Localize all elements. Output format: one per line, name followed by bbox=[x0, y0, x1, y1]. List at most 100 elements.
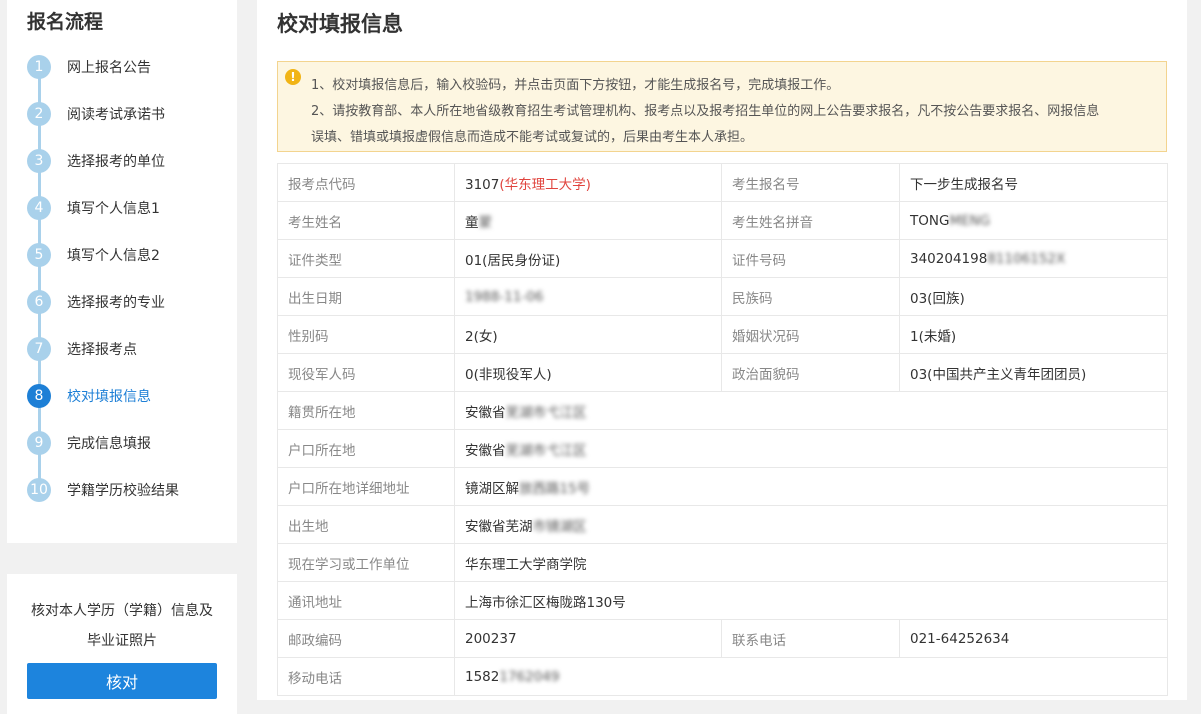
hukou-label: 户口所在地 bbox=[277, 429, 455, 468]
step-item-2: 2 阅读考试承诺书 bbox=[27, 102, 165, 126]
step-label: 填写个人信息2 bbox=[67, 248, 160, 264]
step-label: 网上报名公告 bbox=[67, 60, 151, 76]
exam-site-code: 3107 bbox=[465, 176, 500, 193]
info-table: 报考点代码 3107(华东理工大学) 考生报名号 下一步生成报名号 考生姓名 童… bbox=[277, 163, 1168, 696]
step-item-10: 10 学籍学历校验结果 bbox=[27, 478, 179, 502]
step-item-4: 4 填写个人信息1 bbox=[27, 196, 160, 220]
table-row: 证件类型 01(居民身份证) 证件号码 34020419881106152X bbox=[277, 239, 1168, 278]
step-number: 1 bbox=[27, 55, 51, 79]
steps-panel: 报名流程 1 网上报名公告 2 阅读考试承诺书 3 选择报考的单位 4 填写个人信息1 5 填写个… bbox=[7, 0, 237, 543]
ethnic-value: 03(回族) bbox=[899, 277, 1168, 316]
mobile-redacted: 1762049 bbox=[499, 668, 560, 685]
notice-line-2: 2、请按教育部、本人所在地省级教育招生考试管理机构、报考点以及报考招生单位的网上… bbox=[311, 104, 1100, 119]
native-value: 安徽省芜湖市弋江区 bbox=[454, 391, 1168, 430]
hukou-detail-redacted: 放西路15号 bbox=[519, 480, 591, 497]
pinyin-label: 考生姓名拼音 bbox=[721, 201, 900, 240]
exam-site-code-label: 报考点代码 bbox=[277, 163, 455, 202]
table-row: 户口所在地 安徽省芜湖市弋江区 bbox=[277, 429, 1168, 468]
name-value: 童蒙 bbox=[454, 201, 722, 240]
hukou-detail-label: 户口所在地详细地址 bbox=[277, 467, 455, 506]
verify-button[interactable]: 核对 bbox=[27, 663, 217, 699]
hukou-detail-visible: 镜湖区解 bbox=[465, 480, 519, 497]
page-title: 校对填报信息 bbox=[277, 12, 403, 36]
step-label: 填写个人信息1 bbox=[67, 201, 160, 217]
step-label: 选择报考的单位 bbox=[67, 154, 165, 170]
birthplace-value: 安徽省芜湖市镜湖区 bbox=[454, 505, 1168, 544]
table-row: 移动电话 15821762049 bbox=[277, 657, 1168, 696]
table-row: 户口所在地详细地址 镜湖区解放西路15号 bbox=[277, 467, 1168, 506]
pinyin-redacted: MENG bbox=[949, 212, 991, 229]
hukou-detail-value: 镜湖区解放西路15号 bbox=[454, 467, 1168, 506]
step-item-1: 1 网上报名公告 bbox=[27, 55, 151, 79]
table-row: 现役军人码 0(非现役军人) 政治面貌码 03(中国共产主义青年团团员) bbox=[277, 353, 1168, 392]
phone-label: 联系电话 bbox=[721, 619, 900, 658]
reg-no-value: 下一步生成报名号 bbox=[899, 163, 1168, 202]
table-row: 现在学习或工作单位 华东理工大学商学院 bbox=[277, 543, 1168, 582]
verify-text-line1: 核对本人学历（学籍）信息及 bbox=[31, 603, 213, 619]
phone-value: 021-64252634 bbox=[899, 619, 1168, 658]
step-label: 校对填报信息 bbox=[67, 389, 151, 405]
step-label: 选择报考点 bbox=[67, 342, 137, 358]
workplace-label: 现在学习或工作单位 bbox=[277, 543, 455, 582]
table-row: 考生姓名 童蒙 考生姓名拼音 TONGMENG bbox=[277, 201, 1168, 240]
native-label: 籍贯所在地 bbox=[277, 391, 455, 430]
table-row: 通讯地址 上海市徐汇区梅陇路130号 bbox=[277, 581, 1168, 620]
step-number: 6 bbox=[27, 290, 51, 314]
main-content: 校对填报信息 ! 1、校对填报信息后，输入校验码，并点击页面下方按钮，才能生成报… bbox=[257, 0, 1187, 700]
pinyin-visible: TONG bbox=[910, 212, 950, 229]
table-row: 出生地 安徽省芜湖市镜湖区 bbox=[277, 505, 1168, 544]
step-label: 选择报考的专业 bbox=[67, 295, 165, 311]
native-visible: 安徽省 bbox=[465, 404, 506, 421]
step-item-5: 5 填写个人信息2 bbox=[27, 243, 160, 267]
step-number: 3 bbox=[27, 149, 51, 173]
id-no-value: 34020419881106152X bbox=[899, 239, 1168, 278]
verify-panel: 核对本人学历（学籍）信息及 毕业证照片 核对 bbox=[7, 574, 237, 714]
step-number: 10 bbox=[27, 478, 51, 502]
verify-description: 核对本人学历（学籍）信息及 毕业证照片 bbox=[7, 596, 237, 656]
notice-box: ! 1、校对填报信息后，输入校验码，并点击页面下方按钮，才能生成报名号，完成填报… bbox=[277, 61, 1167, 152]
exam-site-name: (华东理工大学) bbox=[499, 176, 591, 193]
id-no-visible: 340204198 bbox=[910, 250, 988, 267]
verify-text-line2: 毕业证照片 bbox=[87, 633, 157, 649]
step-label: 学籍学历校验结果 bbox=[67, 483, 179, 499]
step-number: 4 bbox=[27, 196, 51, 220]
military-value: 0(非现役军人) bbox=[454, 353, 722, 392]
id-no-redacted: 81106152X bbox=[987, 250, 1066, 267]
workplace-value: 华东理工大学商学院 bbox=[454, 543, 1168, 582]
name-visible: 童 bbox=[465, 214, 479, 231]
ethnic-label: 民族码 bbox=[721, 277, 900, 316]
postcode-label: 邮政编码 bbox=[277, 619, 455, 658]
step-number: 5 bbox=[27, 243, 51, 267]
reg-no-label: 考生报名号 bbox=[721, 163, 900, 202]
postcode-value: 200237 bbox=[454, 619, 722, 658]
step-number: 8 bbox=[27, 384, 51, 408]
mobile-value: 15821762049 bbox=[454, 657, 1168, 696]
step-item-8: 8 校对填报信息 bbox=[27, 384, 151, 408]
notice-line-3: 误填、错填或填报虚假信息而造成不能考试或复试的，后果由考生本人承担。 bbox=[311, 130, 754, 145]
table-row: 报考点代码 3107(华东理工大学) 考生报名号 下一步生成报名号 bbox=[277, 163, 1168, 202]
birth-redacted: 1988-11-06 bbox=[465, 288, 544, 305]
mobile-visible: 1582 bbox=[465, 668, 500, 685]
marital-value: 1(未婚) bbox=[899, 315, 1168, 354]
pinyin-value: TONGMENG bbox=[899, 201, 1168, 240]
step-item-3: 3 选择报考的单位 bbox=[27, 149, 165, 173]
table-row: 性别码 2(女) 婚姻状况码 1(未婚) bbox=[277, 315, 1168, 354]
hukou-redacted: 芜湖市弋江区 bbox=[505, 442, 587, 459]
birth-label: 出生日期 bbox=[277, 277, 455, 316]
military-label: 现役军人码 bbox=[277, 353, 455, 392]
address-value: 上海市徐汇区梅陇路130号 bbox=[454, 581, 1168, 620]
warning-icon: ! bbox=[285, 69, 301, 85]
table-row: 邮政编码 200237 联系电话 021-64252634 bbox=[277, 619, 1168, 658]
id-type-value: 01(居民身份证) bbox=[454, 239, 722, 278]
table-row: 出生日期 1988-11-06 民族码 03(回族) bbox=[277, 277, 1168, 316]
step-item-7: 7 选择报考点 bbox=[27, 337, 137, 361]
marital-label: 婚姻状况码 bbox=[721, 315, 900, 354]
name-redacted: 蒙 bbox=[478, 214, 493, 231]
step-label: 完成信息填报 bbox=[67, 436, 151, 452]
native-redacted: 芜湖市弋江区 bbox=[505, 404, 587, 421]
hukou-value: 安徽省芜湖市弋江区 bbox=[454, 429, 1168, 468]
step-number: 7 bbox=[27, 337, 51, 361]
step-item-6: 6 选择报考的专业 bbox=[27, 290, 165, 314]
name-label: 考生姓名 bbox=[277, 201, 455, 240]
step-number: 9 bbox=[27, 431, 51, 455]
